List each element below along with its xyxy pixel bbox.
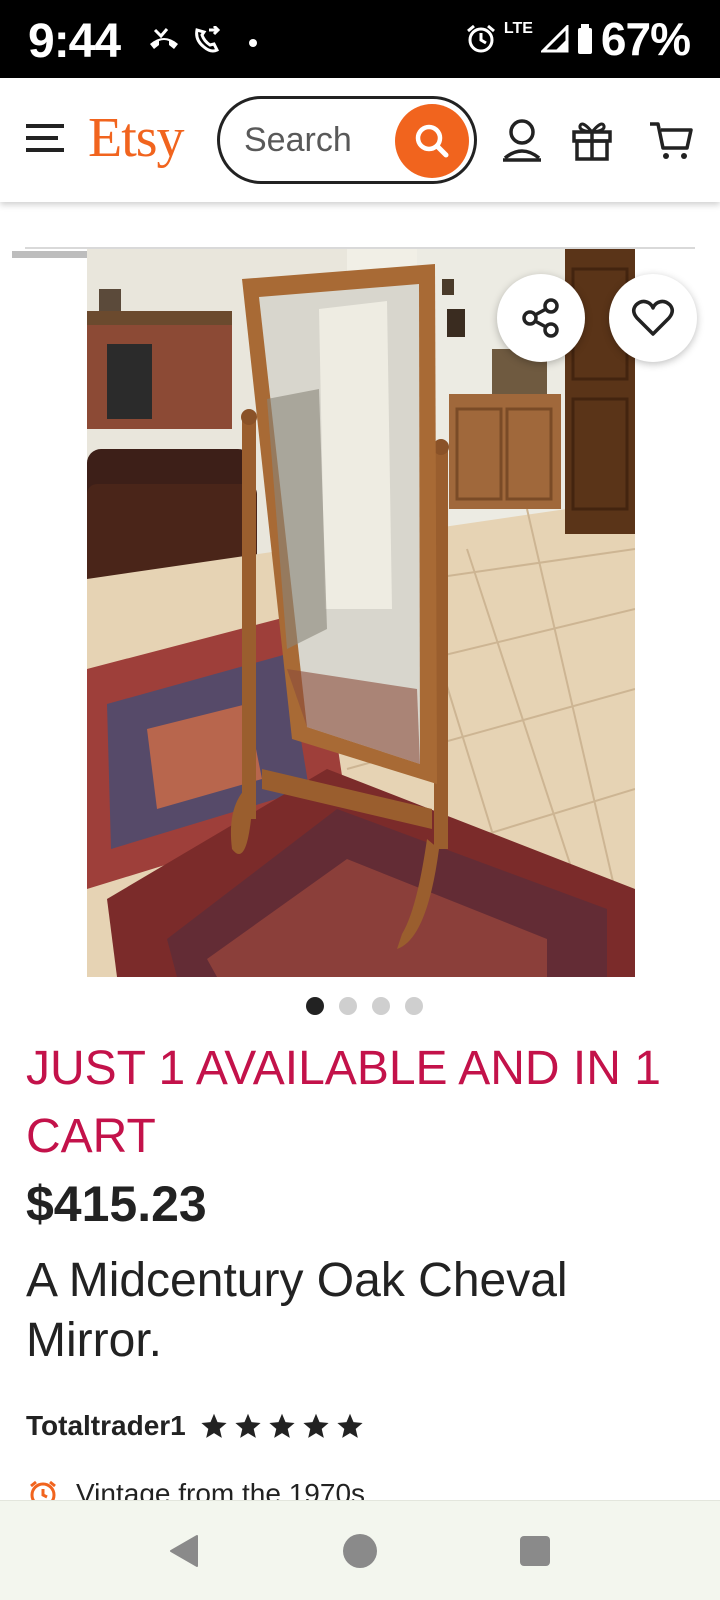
product-price: $415.23 — [26, 1176, 207, 1232]
shop-name[interactable]: Totaltrader1 — [26, 1410, 186, 1442]
heart-icon — [632, 299, 674, 336]
alarm-icon — [466, 24, 495, 53]
availability-notice: JUST 1 AVAILABLE AND IN 1 CART — [26, 1042, 661, 1163]
back-icon[interactable] — [167, 1533, 203, 1569]
home-icon[interactable] — [342, 1533, 378, 1569]
account-icon[interactable] — [498, 116, 546, 164]
battery-percent: 67% — [600, 13, 691, 65]
shop-info[interactable]: Totaltrader1 — [26, 1406, 364, 1446]
search-button[interactable] — [395, 104, 469, 178]
gallery-dot[interactable] — [305, 997, 324, 1015]
favorite-button[interactable] — [609, 274, 697, 362]
gallery-dot[interactable] — [371, 997, 390, 1015]
signal-icon — [540, 25, 569, 53]
star-icon — [303, 1413, 329, 1438]
search-input[interactable] — [244, 117, 394, 163]
status-bar: 9:44 LTE 67% — [0, 0, 720, 78]
star-icon — [201, 1413, 227, 1438]
share-button[interactable] — [497, 274, 585, 362]
star-icon — [269, 1413, 295, 1438]
rating-stars — [200, 1412, 364, 1440]
gallery-pagination — [0, 997, 720, 1015]
star-icon — [235, 1413, 261, 1438]
search-bar[interactable] — [217, 96, 477, 184]
call-forward-icon — [195, 26, 221, 53]
notification-dot-icon — [249, 39, 257, 47]
status-right: LTE 67% — [466, 13, 691, 65]
battery-icon — [577, 24, 592, 54]
network-type: LTE — [503, 20, 533, 37]
app-header: Etsy — [0, 78, 720, 202]
menu-icon[interactable] — [24, 118, 68, 158]
status-time: 9:44 — [28, 15, 121, 68]
system-nav-bar — [0, 1500, 720, 1600]
gallery-dot[interactable] — [404, 997, 423, 1015]
missed-call-icon — [150, 28, 178, 49]
gift-icon[interactable] — [568, 116, 616, 164]
cart-icon[interactable] — [648, 116, 696, 164]
star-icon — [337, 1413, 363, 1438]
gallery-dot[interactable] — [338, 997, 357, 1015]
product-title: A Midcentury Oak Cheval Mirror. — [26, 1254, 568, 1367]
etsy-logo[interactable]: Etsy — [88, 106, 185, 170]
recents-icon[interactable] — [519, 1535, 551, 1567]
share-icon — [522, 298, 559, 338]
search-icon — [415, 124, 449, 158]
